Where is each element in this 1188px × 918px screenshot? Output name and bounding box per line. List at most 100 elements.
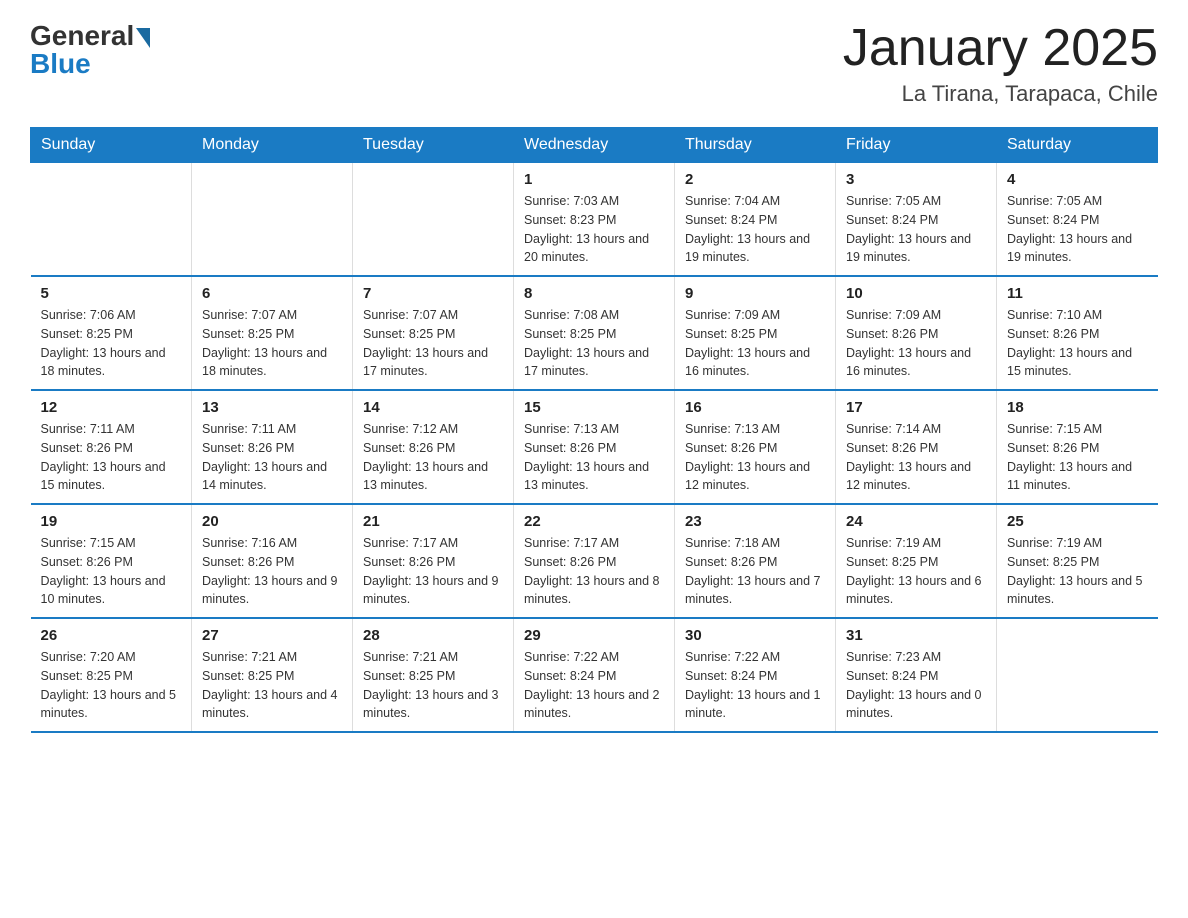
day-cell: 3Sunrise: 7:05 AM Sunset: 8:24 PM Daylig… xyxy=(836,163,997,277)
day-number: 27 xyxy=(202,627,342,644)
day-number: 5 xyxy=(41,285,182,302)
day-info: Sunrise: 7:19 AM Sunset: 8:25 PM Dayligh… xyxy=(846,534,986,609)
day-info: Sunrise: 7:20 AM Sunset: 8:25 PM Dayligh… xyxy=(41,648,182,723)
day-info: Sunrise: 7:23 AM Sunset: 8:24 PM Dayligh… xyxy=(846,648,986,723)
day-number: 2 xyxy=(685,171,825,188)
header-row: SundayMondayTuesdayWednesdayThursdayFrid… xyxy=(31,128,1158,163)
day-cell: 21 Sunrise: 7:17 AM Sunset: 8:26 PM Dayli… xyxy=(353,504,514,618)
day-number: 10 xyxy=(846,285,986,302)
day-cell xyxy=(192,163,353,277)
day-info: Sunrise: 7:09 AM Sunset: 8:25 PM Dayligh… xyxy=(685,306,825,381)
day-info: Sunrise: 7:22 AM Sunset: 8:24 PM Dayligh… xyxy=(524,648,664,723)
day-number: 7 xyxy=(363,285,503,302)
day-cell: 28Sunrise: 7:21 AM Sunset: 8:25 PM Dayli… xyxy=(353,618,514,732)
day-number: 19 xyxy=(41,513,182,530)
day-cell: 6 Sunrise: 7:07 AM Sunset: 8:25 PM Daylig… xyxy=(192,276,353,390)
day-info: Sunrise: 7:04 AM Sunset: 8:24 PM Dayligh… xyxy=(685,192,825,267)
location-text: La Tirana, Tarapaca, Chile xyxy=(843,81,1158,107)
day-info: Sunrise: 7:12 AM Sunset: 8:26 PM Dayligh… xyxy=(363,420,503,495)
day-number: 16 xyxy=(685,399,825,416)
logo-blue-text: Blue xyxy=(30,48,91,80)
header-cell-tuesday: Tuesday xyxy=(353,128,514,163)
day-info: Sunrise: 7:19 AM Sunset: 8:25 PM Dayligh… xyxy=(1007,534,1148,609)
day-info: Sunrise: 7:17 AM Sunset: 8:26 PM Dayligh… xyxy=(524,534,664,609)
logo: General Blue xyxy=(30,20,150,80)
day-number: 11 xyxy=(1007,285,1148,302)
page-header: General Blue January 2025 La Tirana, Tar… xyxy=(30,20,1158,107)
day-info: Sunrise: 7:14 AM Sunset: 8:26 PM Dayligh… xyxy=(846,420,986,495)
week-row-1: 1Sunrise: 7:03 AM Sunset: 8:23 PM Daylig… xyxy=(31,163,1158,277)
day-info: Sunrise: 7:15 AM Sunset: 8:26 PM Dayligh… xyxy=(41,534,182,609)
header-cell-saturday: Saturday xyxy=(997,128,1158,163)
day-info: Sunrise: 7:17 AM Sunset: 8:26 PM Dayligh… xyxy=(363,534,503,609)
day-cell: 22 Sunrise: 7:17 AM Sunset: 8:26 PM Dayli… xyxy=(514,504,675,618)
day-cell: 12 Sunrise: 7:11 AM Sunset: 8:26 PM Dayli… xyxy=(31,390,192,504)
calendar-table: SundayMondayTuesdayWednesdayThursdayFrid… xyxy=(30,127,1158,733)
day-info: Sunrise: 7:18 AM Sunset: 8:26 PM Dayligh… xyxy=(685,534,825,609)
day-number: 8 xyxy=(524,285,664,302)
logo-triangle-icon xyxy=(136,28,150,48)
day-number: 30 xyxy=(685,627,825,644)
day-cell: 19 Sunrise: 7:15 AM Sunset: 8:26 PM Dayli… xyxy=(31,504,192,618)
day-info: Sunrise: 7:07 AM Sunset: 8:25 PM Dayligh… xyxy=(202,306,342,381)
day-cell: 11 Sunrise: 7:10 AM Sunset: 8:26 PM Dayli… xyxy=(997,276,1158,390)
day-cell: 17Sunrise: 7:14 AM Sunset: 8:26 PM Dayli… xyxy=(836,390,997,504)
day-info: Sunrise: 7:21 AM Sunset: 8:25 PM Dayligh… xyxy=(202,648,342,723)
day-cell xyxy=(997,618,1158,732)
day-cell: 4Sunrise: 7:05 AM Sunset: 8:24 PM Daylig… xyxy=(997,163,1158,277)
week-row-5: 26 Sunrise: 7:20 AM Sunset: 8:25 PM Dayli… xyxy=(31,618,1158,732)
day-cell: 15Sunrise: 7:13 AM Sunset: 8:26 PM Dayli… xyxy=(514,390,675,504)
day-cell: 2 Sunrise: 7:04 AM Sunset: 8:24 PM Daylig… xyxy=(675,163,836,277)
day-cell: 26 Sunrise: 7:20 AM Sunset: 8:25 PM Dayli… xyxy=(31,618,192,732)
day-info: Sunrise: 7:06 AM Sunset: 8:25 PM Dayligh… xyxy=(41,306,182,381)
day-cell: 16Sunrise: 7:13 AM Sunset: 8:26 PM Dayli… xyxy=(675,390,836,504)
day-cell: 10Sunrise: 7:09 AM Sunset: 8:26 PM Dayli… xyxy=(836,276,997,390)
day-cell: 23 Sunrise: 7:18 AM Sunset: 8:26 PM Dayli… xyxy=(675,504,836,618)
day-number: 1 xyxy=(524,171,664,188)
header-cell-monday: Monday xyxy=(192,128,353,163)
day-number: 15 xyxy=(524,399,664,416)
title-section: January 2025 La Tirana, Tarapaca, Chile xyxy=(843,20,1158,107)
day-cell: 8 Sunrise: 7:08 AM Sunset: 8:25 PM Daylig… xyxy=(514,276,675,390)
day-number: 29 xyxy=(524,627,664,644)
day-number: 26 xyxy=(41,627,182,644)
day-number: 20 xyxy=(202,513,342,530)
day-number: 22 xyxy=(524,513,664,530)
day-number: 28 xyxy=(363,627,503,644)
day-info: Sunrise: 7:10 AM Sunset: 8:26 PM Dayligh… xyxy=(1007,306,1148,381)
day-number: 12 xyxy=(41,399,182,416)
day-info: Sunrise: 7:07 AM Sunset: 8:25 PM Dayligh… xyxy=(363,306,503,381)
day-cell: 14 Sunrise: 7:12 AM Sunset: 8:26 PM Dayli… xyxy=(353,390,514,504)
day-cell: 29 Sunrise: 7:22 AM Sunset: 8:24 PM Dayli… xyxy=(514,618,675,732)
day-number: 13 xyxy=(202,399,342,416)
day-cell: 27 Sunrise: 7:21 AM Sunset: 8:25 PM Dayli… xyxy=(192,618,353,732)
day-info: Sunrise: 7:11 AM Sunset: 8:26 PM Dayligh… xyxy=(41,420,182,495)
day-number: 3 xyxy=(846,171,986,188)
day-number: 14 xyxy=(363,399,503,416)
day-number: 21 xyxy=(363,513,503,530)
header-cell-thursday: Thursday xyxy=(675,128,836,163)
day-number: 18 xyxy=(1007,399,1148,416)
day-info: Sunrise: 7:08 AM Sunset: 8:25 PM Dayligh… xyxy=(524,306,664,381)
day-info: Sunrise: 7:15 AM Sunset: 8:26 PM Dayligh… xyxy=(1007,420,1148,495)
day-cell: 25 Sunrise: 7:19 AM Sunset: 8:25 PM Dayli… xyxy=(997,504,1158,618)
day-number: 31 xyxy=(846,627,986,644)
day-number: 6 xyxy=(202,285,342,302)
calendar-body: 1Sunrise: 7:03 AM Sunset: 8:23 PM Daylig… xyxy=(31,163,1158,733)
week-row-4: 19 Sunrise: 7:15 AM Sunset: 8:26 PM Dayli… xyxy=(31,504,1158,618)
day-info: Sunrise: 7:16 AM Sunset: 8:26 PM Dayligh… xyxy=(202,534,342,609)
day-cell: 13 Sunrise: 7:11 AM Sunset: 8:26 PM Dayli… xyxy=(192,390,353,504)
day-number: 23 xyxy=(685,513,825,530)
day-cell: 20 Sunrise: 7:16 AM Sunset: 8:26 PM Dayli… xyxy=(192,504,353,618)
day-cell xyxy=(353,163,514,277)
day-cell: 7 Sunrise: 7:07 AM Sunset: 8:25 PM Daylig… xyxy=(353,276,514,390)
day-info: Sunrise: 7:11 AM Sunset: 8:26 PM Dayligh… xyxy=(202,420,342,495)
calendar-header: SundayMondayTuesdayWednesdayThursdayFrid… xyxy=(31,128,1158,163)
day-cell: 18 Sunrise: 7:15 AM Sunset: 8:26 PM Dayli… xyxy=(997,390,1158,504)
week-row-3: 12 Sunrise: 7:11 AM Sunset: 8:26 PM Dayli… xyxy=(31,390,1158,504)
day-cell: 24Sunrise: 7:19 AM Sunset: 8:25 PM Dayli… xyxy=(836,504,997,618)
day-info: Sunrise: 7:22 AM Sunset: 8:24 PM Dayligh… xyxy=(685,648,825,723)
day-cell: 31 Sunrise: 7:23 AM Sunset: 8:24 PM Dayli… xyxy=(836,618,997,732)
day-cell: 1Sunrise: 7:03 AM Sunset: 8:23 PM Daylig… xyxy=(514,163,675,277)
day-number: 25 xyxy=(1007,513,1148,530)
